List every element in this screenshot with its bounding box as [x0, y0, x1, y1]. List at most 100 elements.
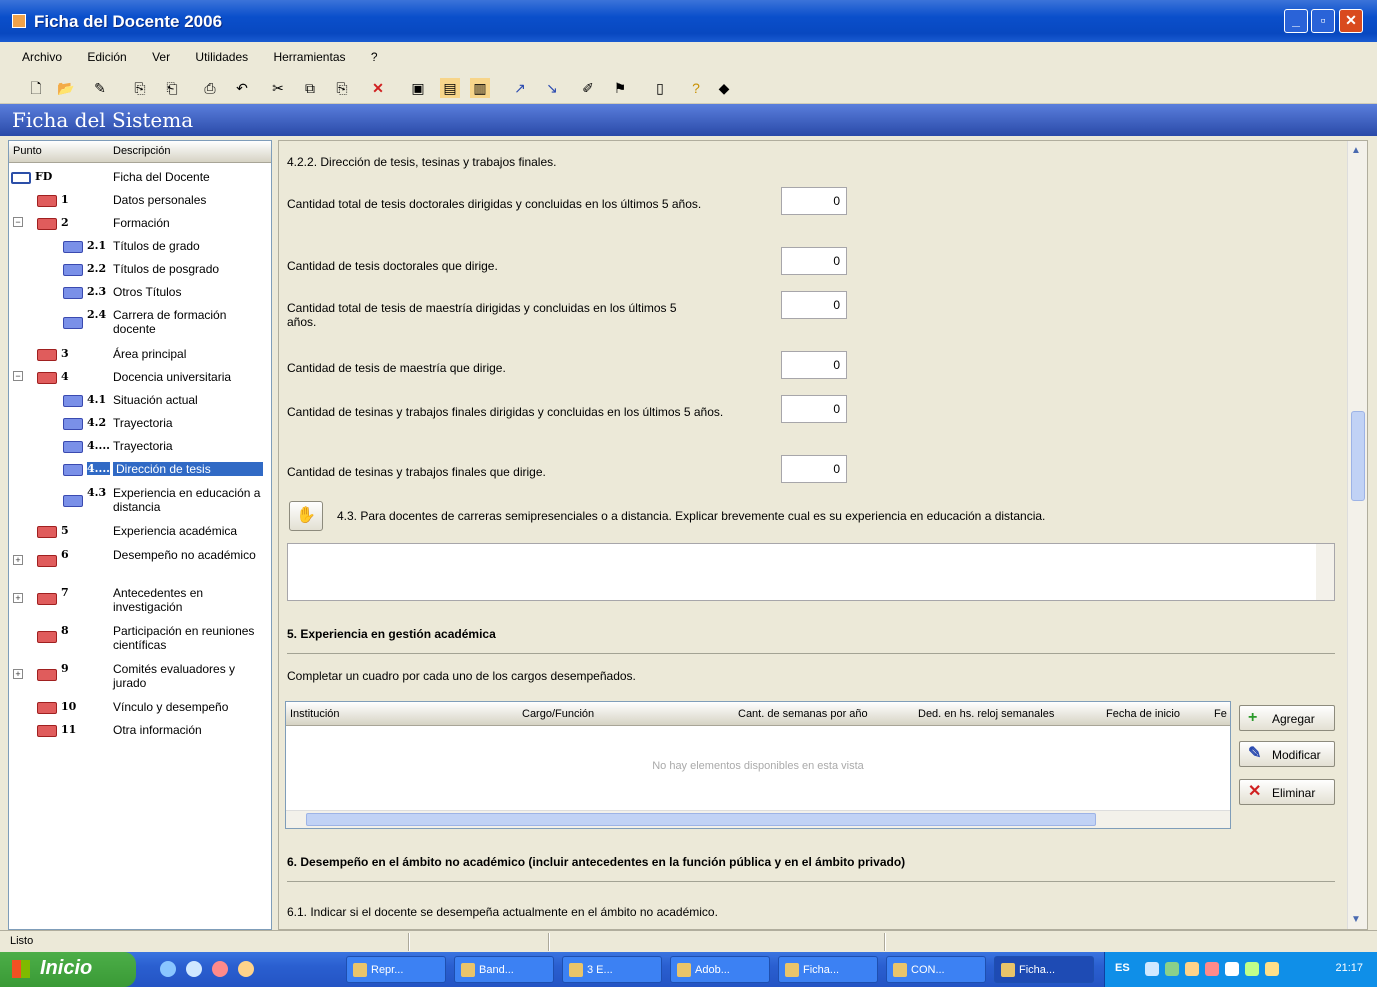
copy-alt-icon[interactable]: ⧉ [300, 78, 320, 98]
tree-item-2-2[interactable]: 2.2 Títulos de posgrado [9, 259, 271, 281]
paste-icon[interactable]: ⎗ [162, 78, 182, 98]
tree-item-4-direccion-tesis[interactable]: 4.... Dirección de tesis [9, 459, 271, 481]
book-icon[interactable]: ▯ [650, 78, 670, 98]
menu-help[interactable]: ? [371, 50, 378, 64]
flag-icon[interactable]: ⚑ [610, 78, 630, 98]
sort-asc-icon[interactable]: ↗ [510, 78, 530, 98]
tray-icon[interactable] [1245, 962, 1259, 976]
tree-item-2-3[interactable]: 2.3 Otros Títulos [9, 282, 271, 304]
tree-col-punto[interactable]: Punto [13, 145, 42, 157]
tray-icon[interactable] [1205, 962, 1219, 976]
expand-icon[interactable]: + [13, 669, 23, 679]
grid-col-fecha-inicio[interactable]: Fecha de inicio [1106, 708, 1180, 720]
grid-col-fecha-fin[interactable]: Fe [1214, 708, 1227, 720]
expand-icon[interactable]: + [13, 593, 23, 603]
sort-desc-icon[interactable]: ↘ [542, 78, 562, 98]
tray-icon[interactable] [1165, 962, 1179, 976]
copy-icon[interactable]: ⎘ [130, 78, 150, 98]
tree-item-6[interactable]: + 6 Desempeño no académico [9, 545, 271, 581]
collapse-icon[interactable]: − [13, 371, 23, 381]
print-icon[interactable]: ⎙ [200, 78, 220, 98]
paste-alt-icon[interactable]: ⎘ [332, 78, 352, 98]
tesinas-dirige-input[interactable]: 0 [781, 455, 847, 483]
view-b-icon[interactable]: ▥ [470, 78, 490, 98]
tesinas-total-input[interactable]: 0 [781, 395, 847, 423]
grid-col-cargo[interactable]: Cargo/Función [522, 708, 594, 720]
tree-item-1[interactable]: 1 Datos personales [9, 190, 271, 212]
language-indicator[interactable]: ES [1115, 962, 1130, 974]
menu-herramientas[interactable]: Herramientas [273, 50, 345, 64]
gestion-academica-grid[interactable]: Institución Cargo/Función Cant. de seman… [285, 701, 1231, 829]
tree-item-7[interactable]: + 7 Antecedentes en investigación [9, 583, 271, 619]
tree-col-descripcion[interactable]: Descripción [113, 145, 170, 157]
menu-edicion[interactable]: Edición [87, 50, 126, 64]
scroll-down-icon[interactable]: ▼ [1351, 914, 1361, 925]
scroll-up-icon[interactable]: ▲ [1351, 145, 1361, 156]
tray-icon[interactable] [1145, 962, 1159, 976]
help-icon[interactable]: ? [686, 78, 706, 98]
add-button[interactable]: + Agregar [1239, 705, 1335, 731]
tree-item-4-trayectoria[interactable]: 4.... Trayectoria [9, 436, 271, 458]
start-button[interactable]: Inicio [0, 952, 136, 987]
task-explorer[interactable]: 3 E... [562, 956, 662, 983]
view-a-icon[interactable]: ▤ [440, 78, 460, 98]
tray-icon[interactable] [1185, 962, 1199, 976]
delete-icon[interactable]: ✕ [368, 78, 388, 98]
tesis-doctorales-dirige-input[interactable]: 0 [781, 247, 847, 275]
undo-icon[interactable]: ↶ [232, 78, 252, 98]
messenger-icon[interactable] [238, 961, 254, 977]
grid-horizontal-scrollbar[interactable] [286, 810, 1230, 828]
tree-item-4-3[interactable]: 4.3 Experiencia en educación a distancia [9, 483, 271, 519]
textarea-scrollbar[interactable] [1316, 544, 1334, 600]
tree-item-2-4[interactable]: 2.4 Carrera de formación docente [9, 305, 271, 341]
cut-icon[interactable]: ✂ [268, 78, 288, 98]
maximize-button[interactable]: ▫ [1311, 9, 1335, 33]
tree-item-2[interactable]: − 2 Formación [9, 213, 271, 235]
edit-button[interactable]: ✎ Modificar [1239, 741, 1335, 767]
expand-icon[interactable]: + [13, 555, 23, 565]
grid-col-dedicacion[interactable]: Ded. en hs. reloj semanales [918, 708, 1054, 720]
help-hint-icon[interactable]: ✋ [289, 501, 323, 531]
close-button[interactable]: ✕ [1339, 9, 1363, 33]
tree-item-8[interactable]: 8 Participación en reuniones científicas [9, 621, 271, 657]
scrollbar-thumb[interactable] [1351, 411, 1365, 501]
tree-item-2-1[interactable]: 2.1 Títulos de grado [9, 236, 271, 258]
info-icon[interactable]: ◆ [714, 78, 734, 98]
edit-icon[interactable]: ✐ [578, 78, 598, 98]
tree-item-9[interactable]: + 9 Comités evaluadores y jurado [9, 659, 271, 695]
tesis-maestria-dirige-input[interactable]: 0 [781, 351, 847, 379]
grid-col-semanas[interactable]: Cant. de semanas por año [738, 708, 868, 720]
save-icon[interactable]: ✎ [90, 78, 110, 98]
new-document-icon[interactable]: 🗋 [26, 78, 46, 98]
tesis-doctorales-total-input[interactable]: 0 [781, 187, 847, 215]
delete-button[interactable]: ✕ Eliminar [1239, 779, 1335, 805]
minimize-button[interactable]: _ [1284, 9, 1308, 33]
menu-utilidades[interactable]: Utilidades [195, 50, 248, 64]
menu-archivo[interactable]: Archivo [22, 50, 62, 64]
tray-icon[interactable] [1265, 962, 1279, 976]
tree-item-fd[interactable]: FD Ficha del Docente [9, 167, 271, 189]
preview-icon[interactable]: ▣ [408, 78, 428, 98]
collapse-icon[interactable]: − [13, 217, 23, 227]
tree-item-4-2[interactable]: 4.2 Trayectoria [9, 413, 271, 435]
task-adobe[interactable]: Adob... [670, 956, 770, 983]
main-vertical-scrollbar[interactable]: ▲ ▼ [1347, 141, 1367, 929]
tray-icon[interactable] [1225, 962, 1239, 976]
tesis-maestria-total-input[interactable]: 0 [781, 291, 847, 319]
grid-col-institucion[interactable]: Institución [290, 708, 340, 720]
media-icon[interactable] [212, 961, 228, 977]
tree-item-10[interactable]: 10 Vínculo y desempeño [9, 697, 271, 719]
tree-item-3[interactable]: 3 Área principal [9, 344, 271, 366]
tree-item-5[interactable]: 5 Experiencia académica [9, 521, 271, 543]
task-repr[interactable]: Repr... [346, 956, 446, 983]
task-band[interactable]: Band... [454, 956, 554, 983]
explorer-icon[interactable] [186, 961, 202, 977]
tree-item-11[interactable]: 11 Otra información [9, 720, 271, 742]
task-ficha-1[interactable]: Ficha... [778, 956, 878, 983]
scrollbar-thumb[interactable] [306, 813, 1096, 826]
open-folder-icon[interactable]: 📂 [56, 78, 76, 98]
tree-item-4-1[interactable]: 4.1 Situación actual [9, 390, 271, 412]
task-ficha-2[interactable]: Ficha... [994, 956, 1094, 983]
task-con[interactable]: CON... [886, 956, 986, 983]
tree-item-4[interactable]: − 4 Docencia universitaria [9, 367, 271, 389]
